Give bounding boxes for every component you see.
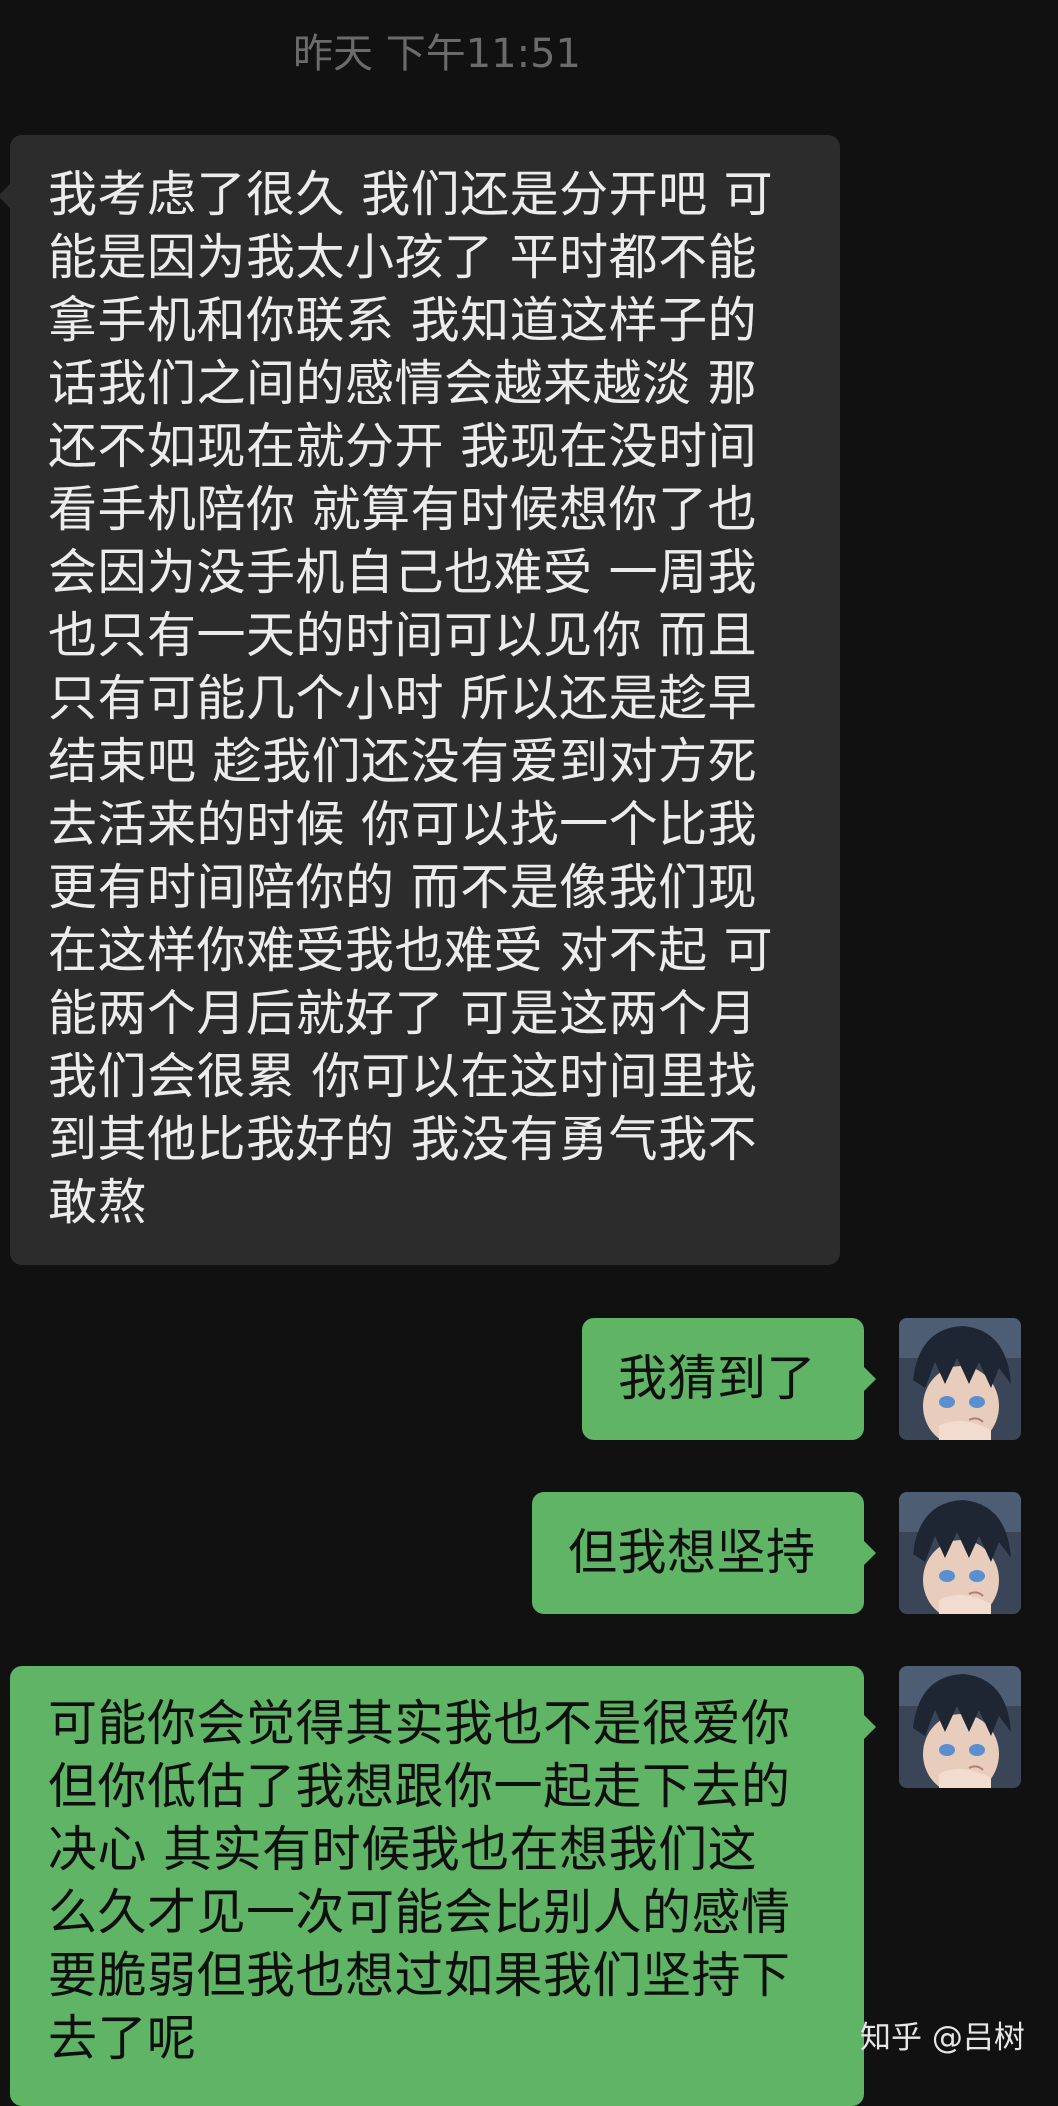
bubble-tail xyxy=(863,1714,876,1740)
user-avatar[interactable] xyxy=(899,1318,1021,1440)
anime-boy-avatar-icon xyxy=(899,1318,1021,1440)
bubble-tail xyxy=(0,183,11,209)
message-text: 可能你会觉得其实我也不是很爱你 但你低估了我想跟你一起走下去的 决心 其实有时候… xyxy=(48,1695,791,2067)
bubble-tail xyxy=(863,1540,876,1566)
sent-message-bubble[interactable]: 我猜到了 xyxy=(582,1318,876,1440)
anime-boy-avatar-icon xyxy=(899,1492,1021,1614)
message-text: 我猜到了 xyxy=(618,1350,817,1407)
user-avatar[interactable] xyxy=(899,1492,1021,1614)
zhihu-watermark: 知乎 @吕树 xyxy=(860,2020,1025,2056)
bubble-tail xyxy=(863,1366,876,1392)
message-text: 我考虑了很久 我们还是分开吧 可 能是因为我太小孩了 平时都不能 拿手机和你联系… xyxy=(48,166,774,1231)
anime-boy-avatar-icon xyxy=(899,1666,1021,1788)
sent-message-bubble[interactable]: 但我想坚持 xyxy=(532,1492,876,1614)
message-timestamp: 昨天 下午11:51 xyxy=(293,31,581,77)
user-avatar[interactable] xyxy=(899,1666,1021,1788)
sent-message-bubble[interactable]: 可能你会觉得其实我也不是很爱你 但你低估了我想跟你一起走下去的 决心 其实有时候… xyxy=(10,1666,876,2106)
message-text: 但我想坚持 xyxy=(568,1524,816,1581)
received-message-bubble[interactable]: 我考虑了很久 我们还是分开吧 可 能是因为我太小孩了 平时都不能 拿手机和你联系… xyxy=(0,135,840,1265)
